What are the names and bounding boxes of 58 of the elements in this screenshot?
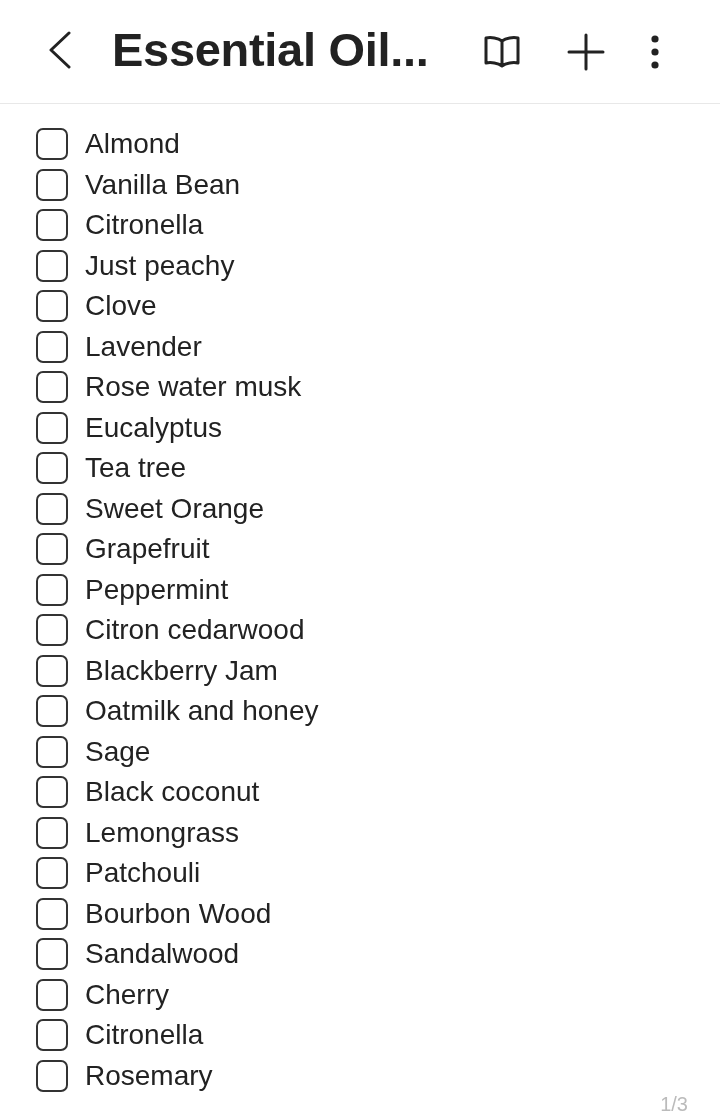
item-label: Almond — [85, 128, 180, 161]
plus-icon — [567, 32, 605, 71]
item-label: Oatmilk and honey — [85, 695, 319, 728]
item-label: Eucalyptus — [85, 411, 222, 444]
item-label: Sandalwood — [85, 938, 240, 971]
checkbox[interactable] — [36, 816, 68, 849]
back-button[interactable] — [48, 31, 72, 69]
item-label: Lemongrass — [85, 816, 240, 849]
reading-mode-button[interactable] — [483, 34, 521, 69]
checkbox[interactable] — [36, 168, 68, 201]
item-label: Citronella — [85, 1019, 204, 1052]
item-label: Rosemary — [85, 1059, 213, 1092]
checkbox[interactable] — [36, 128, 68, 161]
checkbox[interactable] — [36, 614, 68, 647]
item-label: Cherry — [85, 978, 169, 1011]
checkbox[interactable] — [36, 249, 68, 282]
checkbox[interactable] — [36, 857, 68, 890]
item-label: Sage — [85, 735, 151, 768]
checkbox[interactable] — [36, 776, 68, 809]
checkbox[interactable] — [36, 290, 68, 323]
item-label: Tea tree — [85, 452, 187, 485]
item-label: Blackberry Jam — [85, 654, 278, 687]
page-indicator: 1/3 — [660, 1093, 688, 1116]
item-label: Peppermint — [85, 573, 229, 606]
checkbox[interactable] — [36, 452, 68, 485]
checkbox[interactable] — [36, 371, 68, 404]
checkbox[interactable] — [36, 1019, 68, 1052]
item-label: Patchouli — [85, 857, 201, 890]
checkbox[interactable] — [36, 209, 68, 242]
item-label: Rose water musk — [85, 371, 302, 404]
checkbox[interactable] — [36, 573, 68, 606]
checkbox[interactable] — [36, 492, 68, 525]
note-title: Essential Oil... — [112, 22, 429, 77]
back-icon — [48, 31, 72, 69]
checkbox[interactable] — [36, 411, 68, 444]
checkbox[interactable] — [36, 938, 68, 971]
checkbox[interactable] — [36, 533, 68, 566]
item-label: Bourbon Wood — [85, 897, 272, 930]
checkbox[interactable] — [36, 735, 68, 768]
book-icon — [483, 34, 521, 69]
item-label: Black coconut — [85, 776, 260, 809]
item-label: Clove — [85, 290, 157, 323]
item-label: Citronella — [85, 209, 204, 242]
item-label: Lavender — [85, 330, 202, 363]
checkbox[interactable] — [36, 330, 68, 363]
item-label: Sweet Orange — [85, 492, 264, 525]
checkbox[interactable] — [36, 978, 68, 1011]
add-button[interactable] — [567, 32, 605, 71]
checkbox[interactable] — [36, 897, 68, 930]
item-label: Citron cedarwood — [85, 614, 305, 647]
item-label: Just peachy — [85, 249, 235, 282]
checkbox[interactable] — [36, 1059, 68, 1092]
checkbox[interactable] — [36, 654, 68, 687]
more-options-button[interactable] — [651, 34, 659, 69]
item-label: Grapefruit — [85, 533, 210, 566]
more-icon — [651, 34, 659, 69]
item-label: Vanilla Bean — [85, 168, 241, 201]
checkbox[interactable] — [36, 695, 68, 728]
